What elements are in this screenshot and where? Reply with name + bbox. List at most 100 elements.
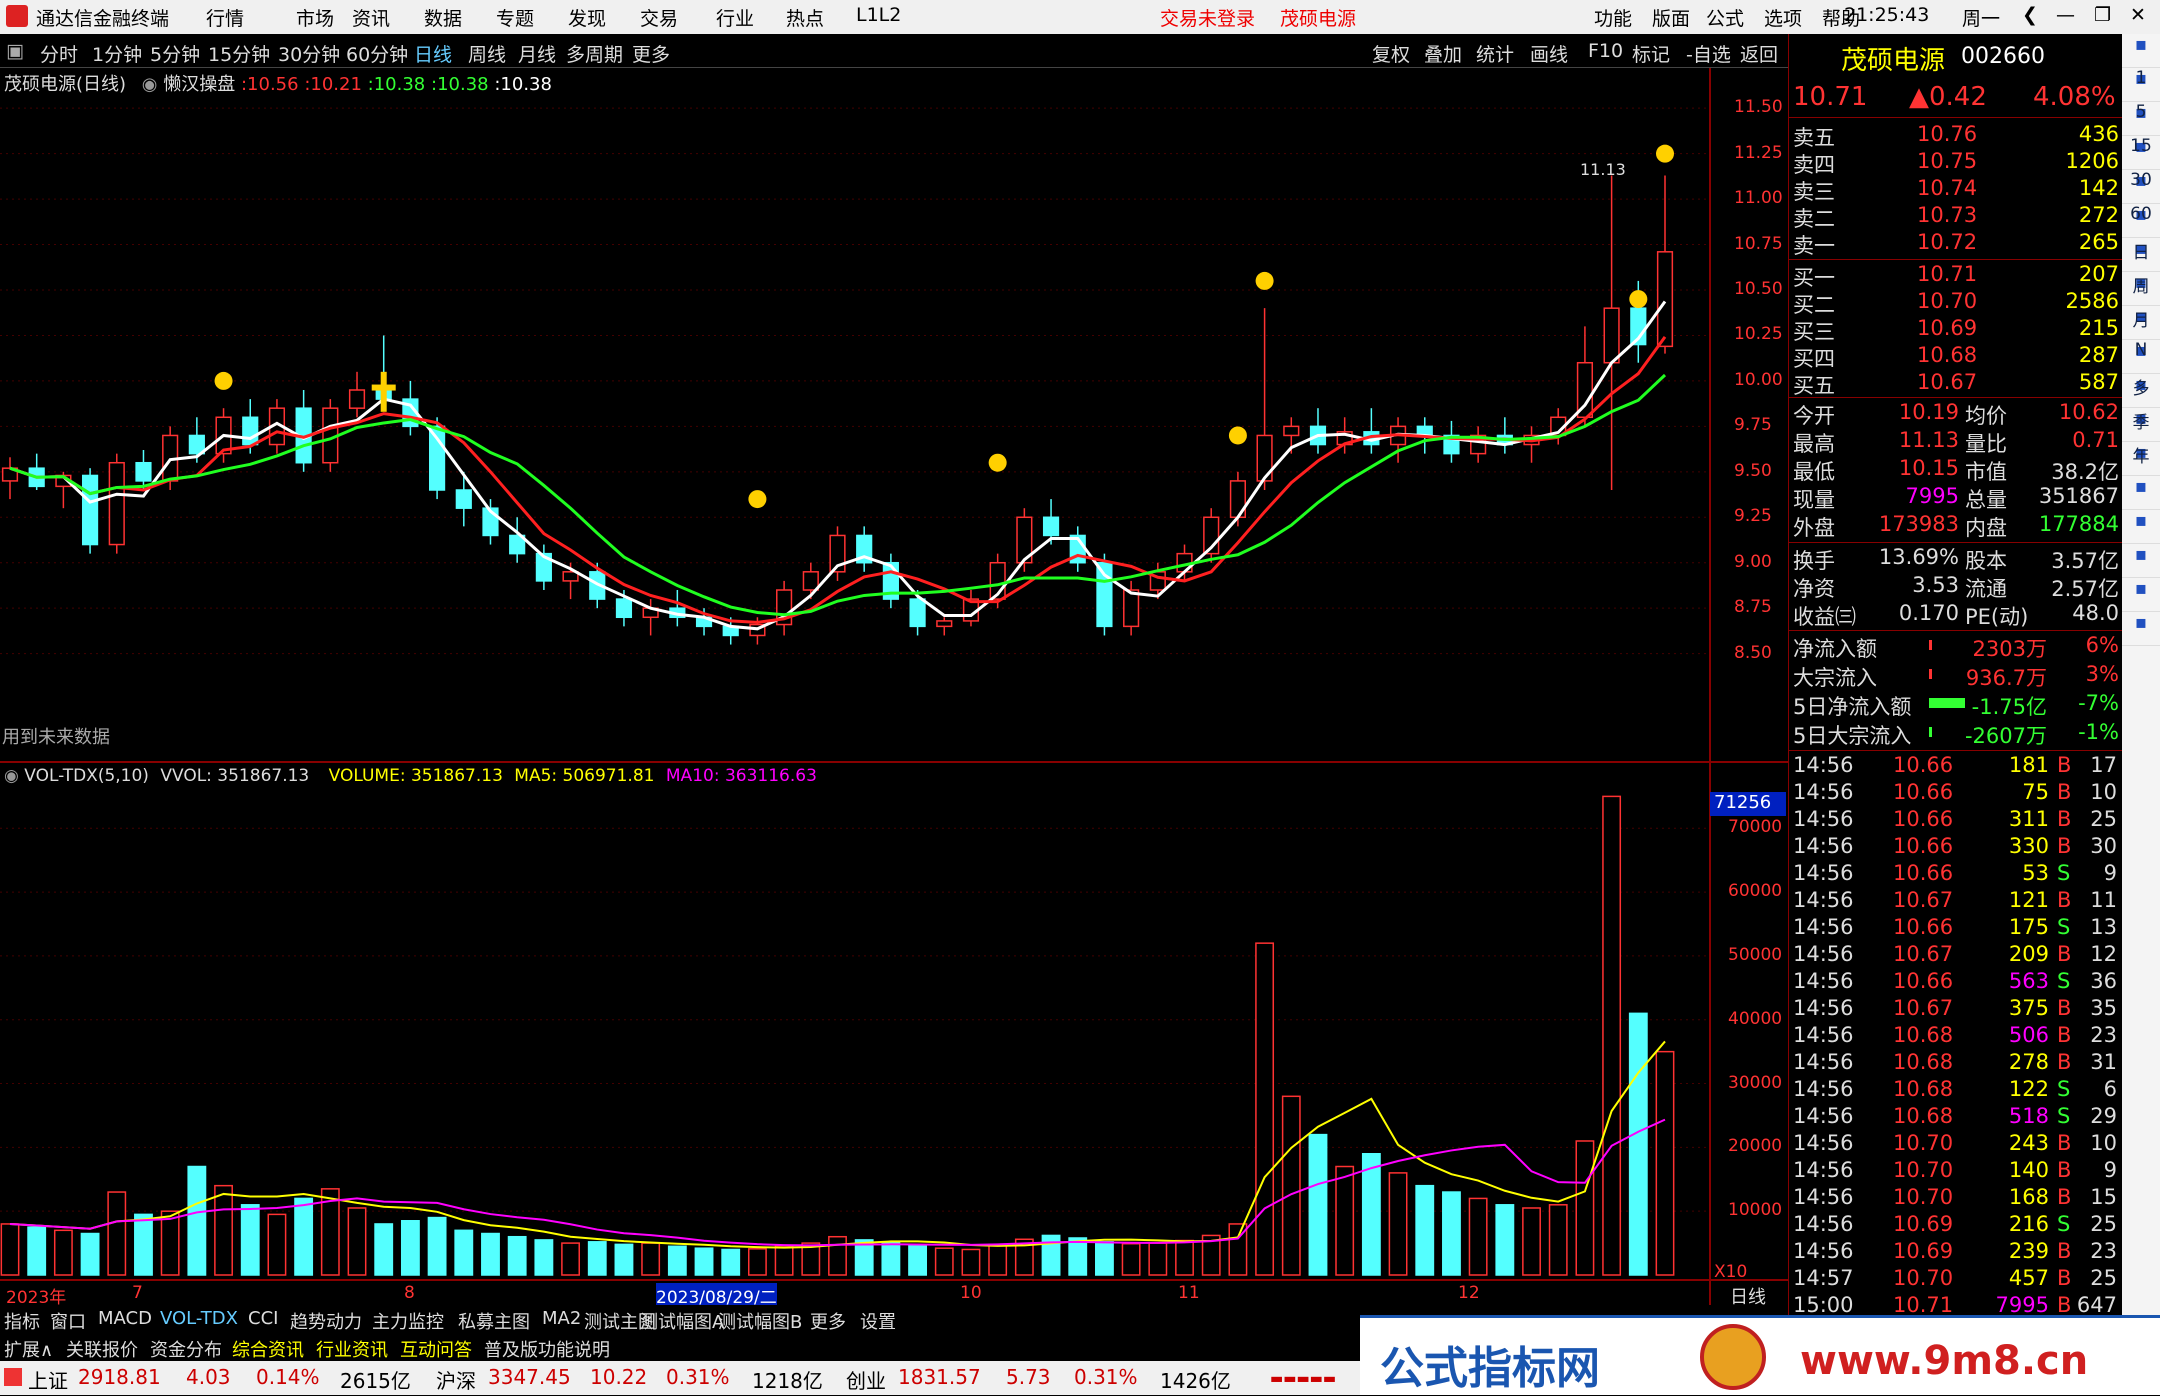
indicator-tab-8[interactable]: MA2	[542, 1308, 581, 1329]
sh-name[interactable]: 上证	[28, 1365, 68, 1394]
fs-icon[interactable]: ▪	[2122, 612, 2160, 646]
restore-icon[interactable]: ❐	[2094, 4, 2111, 26]
volume-bar	[1388, 1172, 1408, 1276]
tick-time: 14:56	[1793, 969, 1854, 993]
candle-body	[1656, 251, 1674, 348]
quote-row: 买五 10.67 587	[1789, 370, 2123, 398]
quote-row: 14:56 10.69 216 S 25	[1789, 1212, 2123, 1239]
ext-tab-5[interactable]: 互动问答	[400, 1336, 472, 1362]
sidebar-period-10[interactable]: 季	[2122, 408, 2160, 442]
tick-volume: 330	[2008, 834, 2049, 858]
ext-tab-3[interactable]: 综合资讯	[232, 1336, 304, 1362]
up-arrow-icon[interactable]: ▪	[2122, 34, 2160, 68]
indicator-tab-1[interactable]: 窗口	[50, 1308, 86, 1334]
tick-count: 25	[2090, 1266, 2117, 1290]
ask-price: 10.72	[1917, 230, 1978, 254]
vvol-value: VVOL: 351867.13	[160, 766, 310, 786]
candle-body	[1042, 516, 1060, 537]
sidebar-period-8[interactable]: N	[2122, 340, 2160, 374]
rsi-icon[interactable]: ▪	[2122, 510, 2160, 544]
volume-axis-tick: 60000	[1728, 881, 1783, 902]
ext-tab-4[interactable]: 行业资讯	[316, 1336, 388, 1362]
volume-bar	[374, 1223, 394, 1276]
fund-divider	[1789, 542, 2123, 543]
close-icon[interactable]: ✕	[2130, 4, 2146, 26]
indicator-tab-7[interactable]: 私募主图	[458, 1308, 530, 1334]
minimize-icon[interactable]: —	[2056, 4, 2075, 26]
ask-volume: 265	[2078, 230, 2119, 254]
volume-bar	[53, 1229, 73, 1276]
quote-row: 14:56 10.66 563 S 36	[1789, 969, 2123, 996]
ext-tab-0[interactable]: 扩展∧	[4, 1336, 53, 1362]
indicator-tab-2[interactable]: MACD	[98, 1308, 152, 1329]
indicator-tab-0[interactable]: 指标	[4, 1308, 40, 1334]
tick-time: 14:57	[1793, 1266, 1854, 1290]
quote-panel: 茂硕电源 002660 10.71 ▲0.42 4.08% 卖五 10.76 436…	[1788, 34, 2123, 1320]
ext-tab-1[interactable]: 关联报价	[66, 1336, 138, 1362]
quote-row: 最低 10.15 市值 38.2亿	[1789, 456, 2123, 484]
sidebar-period-11[interactable]: 年	[2122, 442, 2160, 476]
hs-name[interactable]: 沪深	[436, 1365, 476, 1394]
indicator-tab-13[interactable]: 设置	[860, 1308, 896, 1334]
fund-value: 2.57亿	[2051, 577, 2119, 601]
pen-icon[interactable]: ▪	[2122, 578, 2160, 612]
sidebar-period-5[interactable]: 日	[2122, 238, 2160, 272]
price-axis-tick: 9.00	[1734, 551, 1772, 572]
indicator-tab-6[interactable]: 主力监控	[372, 1308, 444, 1334]
ask-label: 卖二	[1793, 207, 1835, 231]
cy-name[interactable]: 创业	[846, 1365, 886, 1394]
stat-value: 173983	[1878, 512, 1959, 536]
sidebar-period-4[interactable]: 60	[2122, 204, 2160, 238]
tick-volume: 243	[2008, 1131, 2049, 1155]
indicator-tab-11[interactable]: 测试幅图B	[718, 1308, 802, 1334]
stat-value: 10.19	[1898, 400, 1959, 424]
sidebar-period-3[interactable]: 30	[2122, 170, 2160, 204]
volume-bar	[1575, 1140, 1595, 1276]
back-icon[interactable]: ❮	[2022, 4, 2038, 26]
quote-row: 14:56 10.68 278 B 31	[1789, 1050, 2123, 1077]
sidebar-period-0[interactable]: 1	[2122, 68, 2160, 102]
quote-row: 14:56 10.67 209 B 12	[1789, 942, 2123, 969]
sidebar-period-2[interactable]: 15	[2122, 136, 2160, 170]
tick-price: 10.70	[1893, 1266, 1954, 1290]
sidebar-period-7[interactable]: 月	[2122, 306, 2160, 340]
sidebar-period-9[interactable]: 多	[2122, 374, 2160, 408]
sidebar-period-6[interactable]: 周	[2122, 272, 2160, 306]
quote-row: 卖四 10.75 1206	[1789, 149, 2123, 177]
indicator-tab-10[interactable]: 测试幅图A	[640, 1308, 724, 1334]
volume-bar	[454, 1229, 474, 1276]
tick-time: 14:56	[1793, 780, 1854, 804]
x-axis-label: 11	[1178, 1283, 1200, 1303]
tick-price: 10.66	[1893, 915, 1954, 939]
trend-icon[interactable]: ▪	[2122, 476, 2160, 510]
tick-volume: 239	[2008, 1239, 2049, 1263]
candle-body	[1603, 307, 1620, 364]
indicator-tab-5[interactable]: 趋势动力	[290, 1308, 362, 1334]
tick-count: 13	[2090, 915, 2117, 939]
price-axis-tick: 9.75	[1734, 415, 1772, 436]
tick-price: 10.66	[1893, 969, 1954, 993]
volume-bar	[1548, 1204, 1568, 1276]
ticks-divider	[1789, 750, 2123, 751]
tick-count: 9	[2103, 861, 2117, 885]
cy-amount: 1426亿	[1160, 1369, 1231, 1393]
ext-tab-2[interactable]: 资金分布	[150, 1336, 222, 1362]
volume-bar	[614, 1243, 634, 1276]
move-icon[interactable]: ▪	[2122, 544, 2160, 578]
cy-value: 1831.57	[898, 1365, 981, 1389]
volume-bar	[747, 1248, 767, 1276]
tick-time: 14:56	[1793, 807, 1854, 831]
quote-change-pct: 4.08%	[2033, 82, 2116, 112]
quote-row: 卖三 10.74 142	[1789, 176, 2123, 204]
volume-bar	[1415, 1184, 1435, 1276]
sidebar-period-1[interactable]: 5	[2122, 102, 2160, 136]
stat-value: 38.2亿	[2051, 460, 2119, 484]
ext-tab-6[interactable]: 普及版功能说明	[484, 1336, 610, 1362]
quote-row: 14:56 10.70 243 B 10	[1789, 1131, 2123, 1158]
indicator-tab-3[interactable]: VOL-TDX	[160, 1308, 238, 1329]
indicator-tab-4[interactable]: CCI	[248, 1308, 278, 1329]
kline-chart[interactable]	[0, 0, 1788, 1305]
tick-volume: 563	[2008, 969, 2049, 993]
indicator-tab-12[interactable]: 更多	[810, 1308, 846, 1334]
tick-price: 10.70	[1893, 1185, 1954, 1209]
